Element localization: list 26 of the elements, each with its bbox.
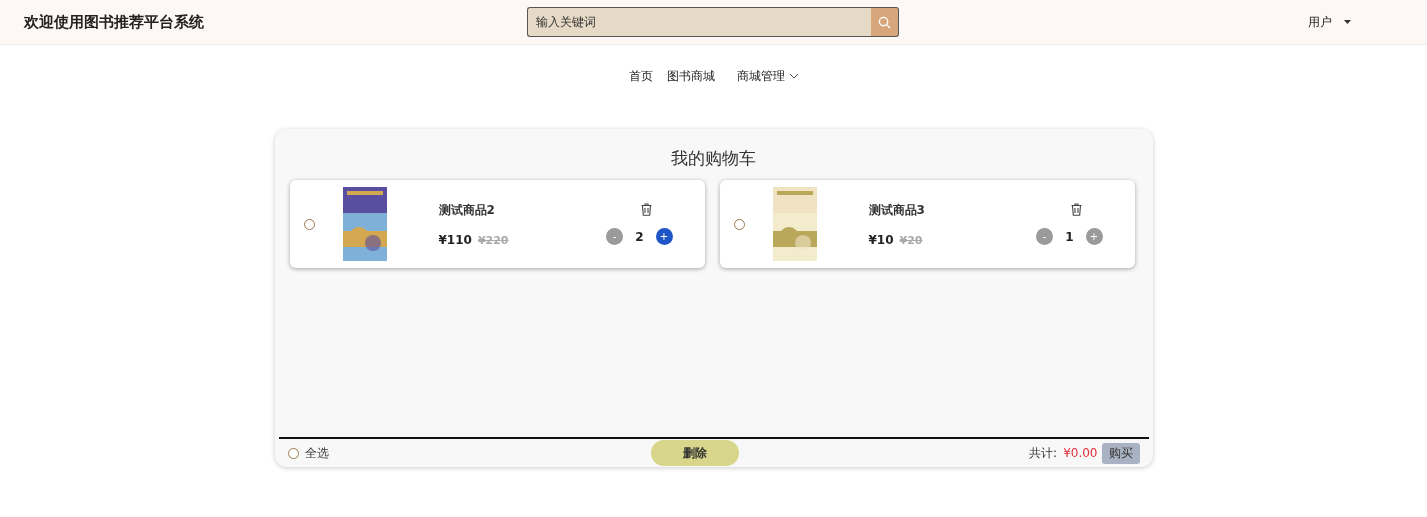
buy-button[interactable]: 购买 xyxy=(1101,442,1140,464)
original-price: ¥220 xyxy=(477,233,509,247)
original-price: ¥20 xyxy=(899,233,923,247)
item-name: 测试商品2 xyxy=(438,201,496,219)
item-price: ¥10 xyxy=(868,232,894,247)
nav-link[interactable]: 图书商城 xyxy=(666,67,715,85)
select-all-label[interactable]: 全选 xyxy=(304,444,329,462)
caret-icon[interactable] xyxy=(1344,20,1351,24)
total-amount: ¥0.00 xyxy=(1063,446,1098,460)
item-name: 测试商品3 xyxy=(868,201,925,219)
increase-button[interactable]: + xyxy=(655,228,673,245)
nav-link[interactable]: 商城管理 xyxy=(736,67,799,85)
quantity: 2 xyxy=(635,229,644,244)
total-label: 共计: xyxy=(1029,444,1058,462)
item-radio[interactable] xyxy=(733,218,745,230)
trash-icon[interactable] xyxy=(640,203,652,216)
quantity: 1 xyxy=(1065,229,1074,244)
trash-icon[interactable] xyxy=(1070,203,1082,216)
site-title: 欢迎使用图书推荐平台系统 xyxy=(24,12,205,32)
delete-button[interactable]: 删除 xyxy=(650,440,739,466)
item-radio[interactable] xyxy=(303,218,315,230)
item-price: ¥110 xyxy=(438,232,472,247)
cart-title: 我的购物车 xyxy=(670,147,757,170)
user-menu[interactable]: 用户 xyxy=(1308,13,1332,31)
select-all-radio[interactable] xyxy=(287,447,299,459)
nav-link[interactable]: 首页 xyxy=(628,67,653,85)
